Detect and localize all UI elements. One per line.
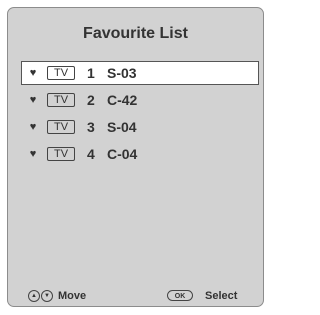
- list-item[interactable]: ♥ TV 1 S-03: [21, 61, 259, 85]
- tv-source-badge: TV: [47, 120, 75, 134]
- dialog-title: Favourite List: [83, 25, 188, 42]
- list-item[interactable]: ♥ TV 2 C-42: [21, 88, 259, 112]
- heart-icon: ♥: [29, 148, 37, 160]
- heart-icon: ♥: [29, 94, 37, 106]
- tv-source-badge: TV: [47, 66, 75, 80]
- list-item[interactable]: ♥ TV 4 C-04: [21, 142, 259, 166]
- select-hint-label: Select: [205, 290, 238, 302]
- channel-number: 4: [87, 146, 95, 162]
- channel-name: S-03: [107, 65, 137, 81]
- button-hint-bar: ▲ ▼ Move OK Select: [8, 290, 263, 306]
- heart-icon: ♥: [29, 67, 37, 79]
- nav-arrows: ▲ ▼: [28, 290, 54, 302]
- channel-name: S-04: [107, 119, 137, 135]
- tv-source-badge: TV: [47, 93, 75, 107]
- list-item[interactable]: ♥ TV 3 S-04: [21, 115, 259, 139]
- favourite-list-dialog: Favourite List ♥ TV 1 S-03 ♥ TV 2 C-42 ♥…: [7, 7, 264, 307]
- ok-button-icon: OK: [167, 290, 193, 301]
- channel-name: C-42: [107, 92, 138, 108]
- up-arrow-icon: ▲: [28, 290, 40, 302]
- move-hint-label: Move: [58, 290, 87, 302]
- channel-number: 3: [87, 119, 95, 135]
- heart-icon: ♥: [29, 121, 37, 133]
- down-arrow-icon: ▼: [41, 290, 53, 302]
- channel-number: 2: [87, 92, 95, 108]
- channel-name: C-04: [107, 146, 138, 162]
- tv-source-badge: TV: [47, 147, 75, 161]
- channel-number: 1: [87, 65, 95, 81]
- favourite-list: ♥ TV 1 S-03 ♥ TV 2 C-42 ♥ TV 3 S-04 ♥ TV…: [21, 61, 259, 169]
